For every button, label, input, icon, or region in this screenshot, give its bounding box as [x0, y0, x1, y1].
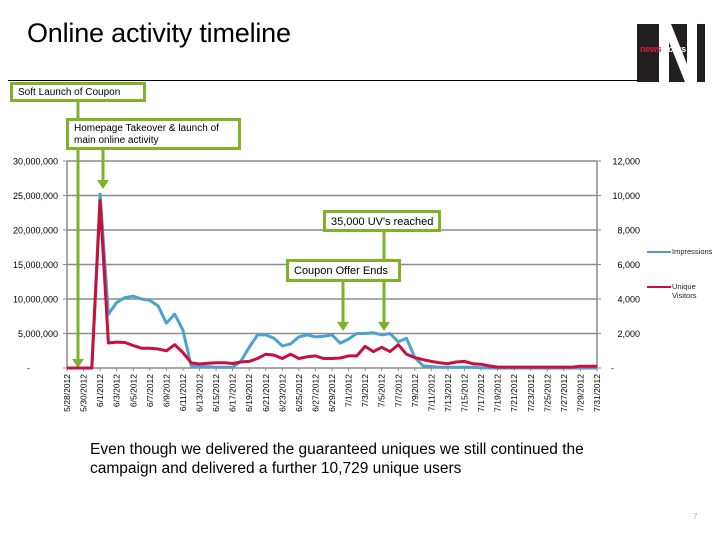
x-tick-label: 6/11/2012	[178, 374, 188, 411]
x-tick-label: 6/9/2012	[161, 374, 171, 407]
x-tick-label: 7/23/2012	[526, 374, 536, 412]
x-tick-label: 7/17/2012	[476, 374, 486, 412]
x-tick-label: 6/1/2012	[95, 374, 105, 407]
y-tick-label: 15,000,000	[13, 260, 58, 270]
y-tick-label: 5,000,000	[18, 329, 58, 339]
y2-tick-label: 4,000	[617, 295, 640, 305]
x-tick-label: 7/5/2012	[377, 374, 387, 407]
x-tick-label: 6/3/2012	[112, 374, 122, 407]
y-tick-label: 10,000,000	[13, 295, 58, 305]
y-tick-label: 20,000,000	[13, 226, 58, 236]
y-tick-label: 25,000,000	[13, 191, 58, 201]
y-tick-label: 30,000,000	[13, 157, 58, 167]
x-tick-label: 7/9/2012	[410, 374, 420, 407]
x-tick-label: 6/17/2012	[228, 374, 238, 412]
callout-homepage-takeover: Homepage Takeover & launch of main onlin…	[66, 118, 241, 150]
y2-tick-label: 8,000	[617, 226, 640, 236]
callout-35000-uv: 35,000 UV's reached	[323, 210, 441, 232]
x-tick-label: 6/21/2012	[261, 374, 271, 412]
x-tick-label: 6/13/2012	[195, 374, 205, 412]
x-tick-label: 5/30/2012	[79, 374, 89, 412]
legend-label-unique-visitors: Unique Visitors	[672, 282, 697, 300]
x-tick-label: 7/7/2012	[393, 374, 403, 407]
arrow-head-icon	[378, 322, 390, 331]
x-tick-label: 5/28/2012	[62, 374, 72, 412]
x-tick-label: 7/29/2012	[575, 374, 585, 412]
callout-soft-launch: Soft Launch of Coupon	[10, 82, 146, 102]
page-number: 7	[693, 512, 698, 521]
x-tick-label: 7/15/2012	[460, 374, 470, 412]
y2-tick-label: 2,000	[617, 329, 640, 339]
arrow-head-icon	[337, 322, 349, 331]
arrow-head-icon	[97, 180, 109, 189]
x-tick-label: 7/25/2012	[542, 374, 552, 412]
callout-coupon-offer-ends: Coupon Offer Ends	[286, 259, 401, 282]
summary-text: Even though we delivered the guaranteed …	[90, 441, 584, 477]
grid-lines	[67, 160, 597, 335]
x-tick-label: 6/23/2012	[277, 374, 287, 412]
x-tick-label: 6/15/2012	[211, 374, 221, 412]
x-tick-label: 7/31/2012	[592, 374, 602, 412]
x-tick-label: 6/29/2012	[327, 374, 337, 412]
x-tick-label: 6/19/2012	[244, 374, 254, 412]
y2-tick-label: -	[611, 364, 614, 374]
x-tick-label: 7/27/2012	[559, 374, 569, 412]
x-tick-label: 7/13/2012	[443, 374, 453, 412]
y2-tick-label: 12,000	[612, 157, 640, 167]
y2-tick-label: 10,000	[612, 191, 640, 201]
x-tick-label: 6/25/2012	[294, 374, 304, 412]
y2-tick-label: 6,000	[617, 260, 640, 270]
x-tick-label: 7/11/2012	[426, 374, 436, 411]
x-tick-label: 6/7/2012	[145, 374, 155, 407]
x-tick-label: 6/5/2012	[128, 374, 138, 407]
x-tick-label: 7/1/2012	[344, 374, 354, 407]
x-tick-label: 7/3/2012	[360, 374, 370, 407]
y-tick-label: -	[27, 364, 30, 374]
x-tick-label: 7/19/2012	[493, 374, 503, 412]
legend-label-impressions: Impressions	[672, 247, 713, 256]
legend	[647, 251, 671, 288]
x-tick-label: 6/27/2012	[310, 374, 320, 412]
x-tick-label: 7/21/2012	[509, 374, 519, 412]
